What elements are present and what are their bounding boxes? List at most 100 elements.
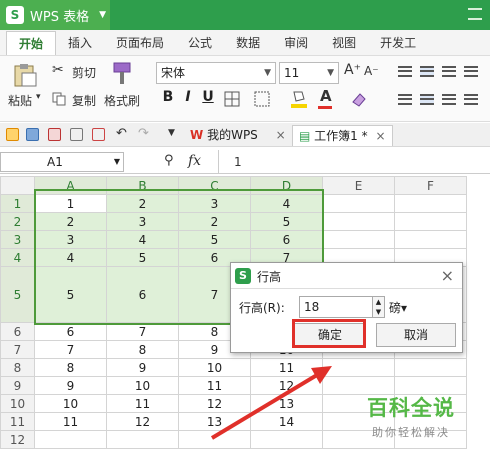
row-header[interactable]: 1: [0, 194, 35, 213]
cell[interactable]: 6: [34, 322, 107, 341]
paste-icon[interactable]: [12, 62, 38, 88]
format-painter-button[interactable]: 格式刷: [104, 92, 140, 109]
tab-3[interactable]: 公式: [176, 31, 224, 55]
cell[interactable]: 7: [34, 340, 107, 359]
align-middle-icon[interactable]: [420, 66, 434, 77]
cell[interactable]: 6: [250, 230, 323, 249]
cell[interactable]: 10: [178, 358, 251, 377]
bold-button[interactable]: B: [160, 89, 176, 105]
cell[interactable]: [394, 230, 467, 249]
column-header[interactable]: D: [250, 176, 323, 195]
cell[interactable]: 4: [34, 248, 107, 267]
menu-icon[interactable]: [468, 8, 482, 20]
justify-icon[interactable]: [464, 94, 478, 105]
cell[interactable]: [322, 358, 395, 377]
tab-5[interactable]: 审阅: [272, 31, 320, 55]
cell[interactable]: [322, 230, 395, 249]
border-icon[interactable]: [224, 91, 240, 107]
cell[interactable]: 11: [34, 412, 107, 431]
cell[interactable]: 8: [34, 358, 107, 377]
row-header[interactable]: 10: [0, 394, 35, 413]
spin-up-icon[interactable]: ▲: [373, 297, 384, 307]
row-height-input[interactable]: 18: [299, 296, 373, 318]
tab-1[interactable]: 插入: [56, 31, 104, 55]
underline-button[interactable]: U: [200, 89, 216, 105]
name-box[interactable]: A1 ▼: [0, 152, 124, 172]
align-bottom-icon[interactable]: [442, 66, 456, 77]
cell[interactable]: 13: [250, 394, 323, 413]
cell[interactable]: 4: [250, 194, 323, 213]
cell[interactable]: 2: [178, 212, 251, 231]
column-header[interactable]: E: [322, 176, 395, 195]
export-pdf-icon[interactable]: [48, 128, 61, 141]
tab-0[interactable]: 开始: [6, 31, 57, 55]
cell[interactable]: 3: [106, 212, 179, 231]
spinner[interactable]: ▲ ▼: [372, 296, 385, 318]
grow-font-button[interactable]: A⁺: [344, 62, 361, 78]
paste-button[interactable]: 粘贴: [8, 92, 32, 109]
cell[interactable]: 2: [106, 194, 179, 213]
chevron-down-icon[interactable]: ▼: [168, 128, 175, 138]
cell[interactable]: [178, 430, 251, 449]
merge-icon[interactable]: [254, 91, 270, 107]
tab-7[interactable]: 开发工: [368, 31, 428, 55]
row-header[interactable]: 7: [0, 340, 35, 359]
app-menu-button[interactable]: S WPS 表格 ▼: [0, 0, 110, 30]
close-icon[interactable]: ×: [276, 128, 286, 142]
font-color-button[interactable]: A: [320, 87, 332, 105]
row-header[interactable]: 11: [0, 412, 35, 431]
cell[interactable]: 6: [106, 266, 179, 323]
cell[interactable]: 3: [178, 194, 251, 213]
cell[interactable]: [394, 212, 467, 231]
cell[interactable]: 5: [34, 266, 107, 323]
cell[interactable]: 11: [250, 358, 323, 377]
copy-button[interactable]: 复制: [72, 92, 96, 109]
cell[interactable]: [34, 430, 107, 449]
cell[interactable]: 5: [106, 248, 179, 267]
spin-down-icon[interactable]: ▼: [373, 307, 384, 317]
row-header[interactable]: 8: [0, 358, 35, 377]
eraser-icon[interactable]: [350, 90, 368, 108]
select-all-corner[interactable]: [0, 176, 35, 195]
cell[interactable]: 4: [106, 230, 179, 249]
italic-button[interactable]: I: [180, 89, 196, 105]
cell[interactable]: 13: [178, 412, 251, 431]
tab-4[interactable]: 数据: [224, 31, 272, 55]
cell[interactable]: 9: [106, 358, 179, 377]
cell[interactable]: 11: [178, 376, 251, 395]
column-header[interactable]: C: [178, 176, 251, 195]
cell[interactable]: [394, 358, 467, 377]
cell[interactable]: 5: [250, 212, 323, 231]
cell[interactable]: 1: [34, 194, 107, 213]
column-header[interactable]: A: [34, 176, 107, 195]
column-header[interactable]: F: [394, 176, 467, 195]
ok-button[interactable]: 确定: [294, 323, 366, 347]
print-icon[interactable]: [70, 128, 83, 141]
unit-select[interactable]: 磅▾: [389, 299, 407, 316]
close-icon[interactable]: ×: [441, 266, 454, 285]
cancel-button[interactable]: 取消: [376, 323, 456, 347]
cell[interactable]: 12: [250, 376, 323, 395]
cell[interactable]: 8: [106, 340, 179, 359]
align-left-icon[interactable]: [398, 94, 412, 105]
doc-tab-workbook[interactable]: ▤ 工作簿1 * ×: [292, 125, 393, 146]
zoom-icon[interactable]: ⚲: [164, 153, 174, 168]
function-button[interactable]: fx: [188, 153, 201, 169]
cell[interactable]: [322, 212, 395, 231]
close-icon[interactable]: ×: [375, 129, 385, 143]
row-header[interactable]: 4: [0, 248, 35, 267]
cell[interactable]: 9: [34, 376, 107, 395]
row-header[interactable]: 5: [0, 266, 35, 323]
cell[interactable]: [322, 194, 395, 213]
row-header[interactable]: 9: [0, 376, 35, 395]
cell[interactable]: 14: [250, 412, 323, 431]
undo-icon[interactable]: ↶: [116, 126, 127, 141]
cell[interactable]: 10: [34, 394, 107, 413]
cell[interactable]: 12: [178, 394, 251, 413]
row-header[interactable]: 2: [0, 212, 35, 231]
cell[interactable]: 12: [106, 412, 179, 431]
cell[interactable]: [394, 194, 467, 213]
row-header[interactable]: 12: [0, 430, 35, 449]
doc-tab-my-wps[interactable]: W 我的WPS ×: [190, 125, 286, 146]
align-center-icon[interactable]: [420, 94, 434, 105]
